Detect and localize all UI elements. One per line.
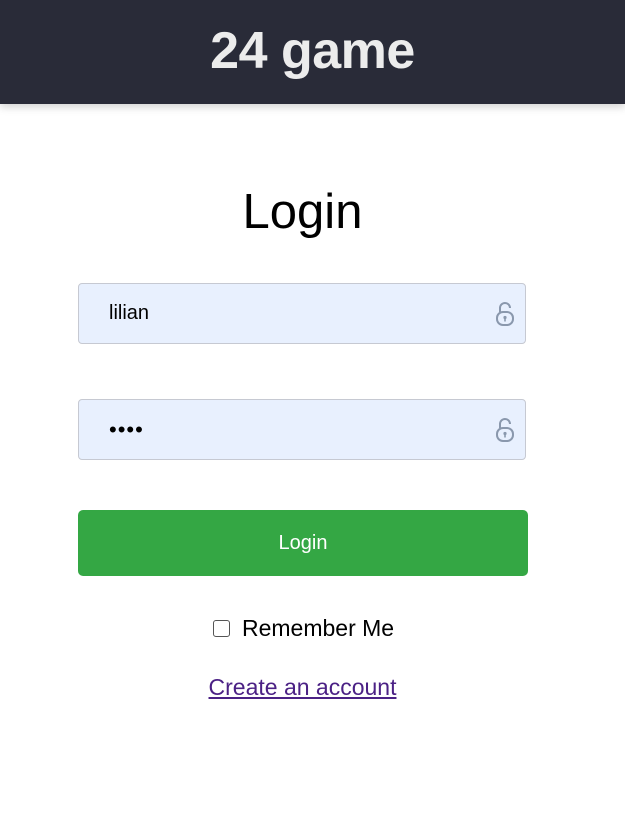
lock-icon — [496, 302, 514, 326]
login-button[interactable]: Login — [78, 510, 528, 576]
app-header: 24 game — [0, 0, 625, 104]
app-title: 24 game — [210, 21, 415, 80]
username-field[interactable] — [78, 283, 526, 344]
password-field[interactable]: •••• — [78, 399, 526, 460]
remember-me-checkbox[interactable] — [213, 619, 230, 637]
remember-me[interactable]: Remember Me — [213, 612, 394, 644]
create-account-link[interactable]: Create an account — [0, 674, 605, 701]
lock-icon — [496, 418, 514, 442]
page-title: Login — [242, 185, 363, 239]
remember-me-label[interactable]: Remember Me — [242, 615, 394, 642]
password-input[interactable]: •••• — [109, 400, 144, 459]
username-input[interactable] — [79, 284, 525, 343]
